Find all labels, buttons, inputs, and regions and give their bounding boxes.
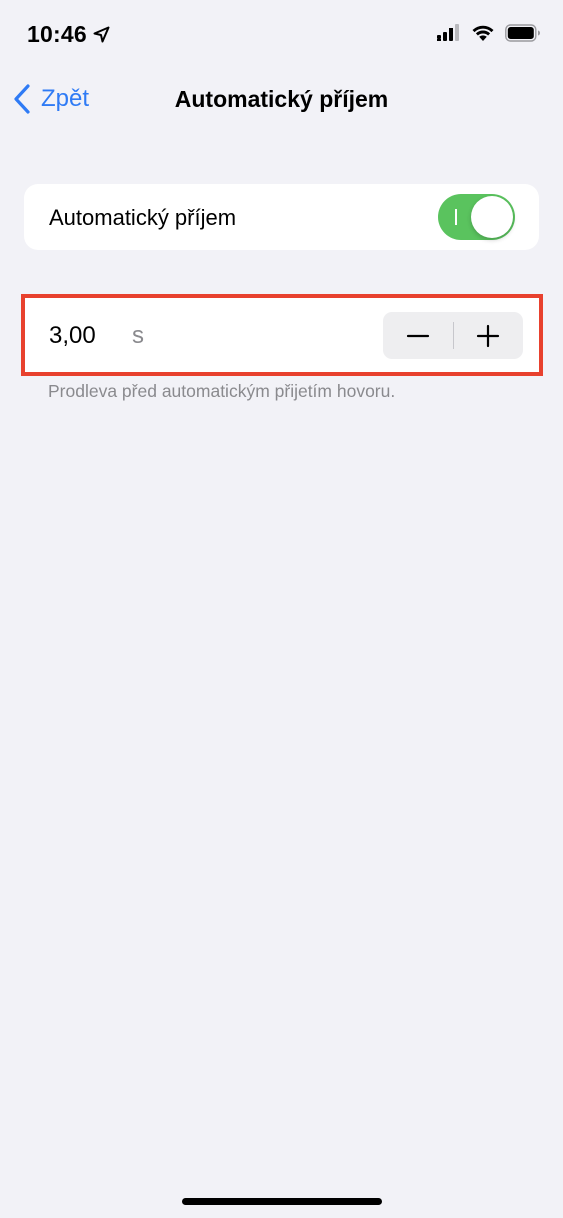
- auto-answer-label: Automatický příjem: [49, 205, 237, 230]
- highlight-frame: [21, 294, 543, 376]
- status-time-label: 10:46: [27, 21, 87, 47]
- page-title: Automatický příjem: [174, 86, 389, 112]
- wifi-icon: [471, 24, 495, 42]
- navigation-bar: Zpět Automatický příjem: [0, 70, 563, 130]
- home-indicator[interactable]: [182, 1198, 382, 1205]
- auto-answer-toggle[interactable]: [438, 194, 515, 240]
- status-indicators: [437, 24, 541, 42]
- status-time: 10:46: [27, 21, 110, 48]
- toggle-knob: [471, 196, 513, 238]
- toggle-on-indicator: [455, 209, 457, 225]
- status-bar: 10:46: [0, 0, 563, 70]
- location-arrow-icon: [93, 26, 110, 43]
- cellular-signal-icon: [437, 24, 461, 42]
- delay-footnote: Prodleva před automatickým přijetím hovo…: [48, 381, 396, 401]
- auto-answer-row: Automatický příjem: [24, 184, 539, 250]
- battery-icon: [505, 24, 541, 42]
